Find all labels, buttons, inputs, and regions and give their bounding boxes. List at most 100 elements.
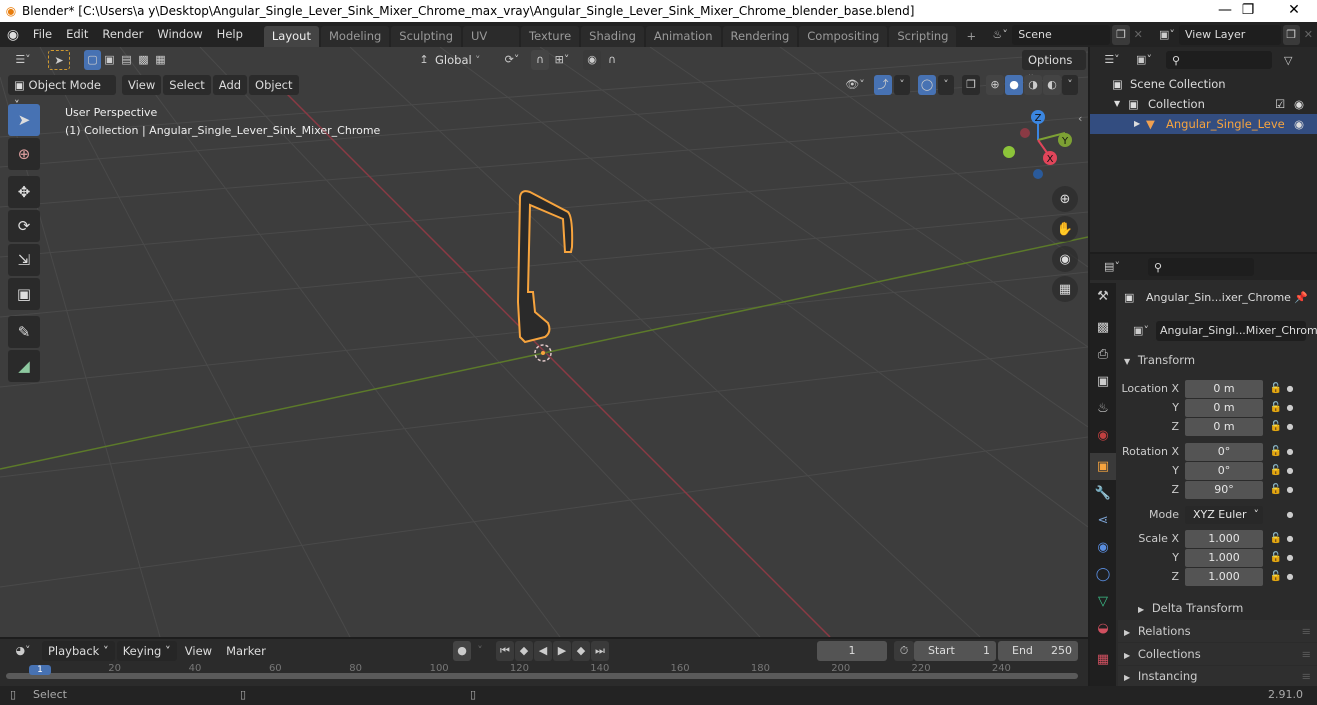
overlays-toggle-icon[interactable]: ◯ [918, 75, 936, 95]
pan-view-icon[interactable]: ✋ [1052, 216, 1078, 242]
keyframe-dot-icon[interactable]: ● [1285, 572, 1295, 581]
pin-icon[interactable]: 📌 [1294, 291, 1308, 304]
play-icon[interactable]: ▶ [553, 641, 571, 661]
tab-compositing[interactable]: Compositing [799, 26, 888, 47]
shading-wireframe-icon[interactable]: ⊕ [986, 75, 1004, 95]
lock-icon[interactable]: 🔓 [1267, 484, 1285, 495]
tab-scene-icon[interactable]: ♨ [1090, 395, 1116, 422]
maximize-button[interactable]: ❐ [1225, 0, 1271, 22]
tab-material-icon[interactable]: ◒ [1090, 615, 1116, 642]
properties-search-input[interactable]: ⚲ [1148, 258, 1254, 276]
cursor-tool[interactable]: ⊕ [8, 138, 40, 170]
outliner-row-object[interactable]: ▶ ▼ Angular_Single_Leve ◉ [1090, 114, 1317, 134]
keyframe-dot-icon[interactable]: ● [1285, 384, 1295, 393]
menu-edit[interactable]: Edit [59, 22, 95, 47]
transform-tool[interactable]: ▣ [8, 278, 40, 310]
drag-handle-icon[interactable]: ≡ [1301, 643, 1311, 665]
collections-panel-header[interactable]: ▶ Collections ≡ [1118, 643, 1317, 665]
camera-view-icon[interactable]: ◉ [1052, 246, 1078, 272]
keying-menu[interactable]: Keying ˅ [116, 641, 177, 661]
select-mode-new-icon[interactable]: ▢ [84, 50, 101, 70]
timeline-scrollbar[interactable] [6, 673, 1078, 679]
overlays-dropdown-icon[interactable]: ˅ [938, 75, 954, 95]
rotate-tool[interactable]: ⟳ [8, 210, 40, 242]
lock-icon[interactable]: 🔓 [1267, 571, 1285, 582]
outliner-row-collection[interactable]: ▼ ▣ Collection ☑ ◉ [1090, 94, 1317, 114]
menu-view[interactable]: View [122, 75, 162, 95]
tab-view-layer-icon[interactable]: ▣ [1090, 368, 1116, 395]
rotation-mode-dropdown[interactable]: XYZ Euler ˅ [1185, 505, 1263, 524]
select-tool-icon[interactable]: ➤ [48, 50, 70, 70]
outliner-search-input[interactable]: ⚲ [1166, 51, 1272, 69]
keyframe-dot-icon[interactable]: ● [1285, 534, 1295, 543]
select-mode-invert-icon[interactable]: ▩ [135, 50, 152, 70]
tab-modeling[interactable]: Modeling [320, 26, 390, 47]
measure-tool[interactable]: ◢ [8, 350, 40, 382]
keyframe-dot-icon[interactable]: ● [1285, 553, 1295, 562]
start-frame-field[interactable]: Start 1 [914, 641, 996, 661]
orientation-dropdown[interactable]: Global [435, 53, 475, 67]
collection-exclude-checkbox[interactable]: ☑ [1275, 94, 1285, 114]
move-tool[interactable]: ✥ [8, 176, 40, 208]
marker-menu[interactable]: Marker [220, 641, 272, 661]
location-y-field[interactable]: 0 m [1185, 398, 1263, 417]
tab-scripting[interactable]: Scripting [889, 26, 957, 47]
keyframe-dot-icon[interactable]: ● [1285, 447, 1295, 456]
keying-dropdown-icon[interactable]: ˅ [472, 641, 488, 661]
select-mode-intersect-icon[interactable]: ▦ [152, 50, 169, 70]
ortho-toggle-icon[interactable]: ▦ [1052, 276, 1078, 302]
select-mode-extend-icon[interactable]: ▣ [101, 50, 118, 70]
zoom-view-icon[interactable]: ⊕ [1052, 186, 1078, 212]
tab-render-icon[interactable]: ▩ [1090, 314, 1116, 341]
select-mode-subtract-icon[interactable]: ▤ [118, 50, 135, 70]
view-layer-selector-icon[interactable]: ▣˅ [1155, 25, 1179, 45]
drag-handle-icon[interactable]: ≡ [1301, 666, 1311, 686]
lock-icon[interactable]: 🔓 [1267, 533, 1285, 544]
menu-help[interactable]: Help [210, 22, 250, 47]
location-x-field[interactable]: 0 m [1185, 379, 1263, 398]
gizmo-dropdown-icon[interactable]: ˅ [894, 75, 910, 95]
expand-arrow-icon[interactable]: ▶ [1134, 114, 1146, 134]
gizmo-neg-x[interactable] [1020, 128, 1030, 138]
tab-texture-paint[interactable]: Texture Paint [521, 26, 580, 64]
rotation-x-field[interactable]: 0° [1185, 442, 1263, 461]
blender-menu-icon[interactable]: ◉ [0, 27, 26, 43]
sidebar-toggle-icon[interactable]: ‹ [1078, 112, 1082, 125]
scale-tool[interactable]: ⇲ [8, 244, 40, 276]
tab-world-icon[interactable]: ◉ [1090, 422, 1116, 449]
editor-type-icon[interactable]: ▤˅ [1098, 257, 1126, 277]
tab-tool-icon[interactable]: ⚒ [1090, 283, 1116, 310]
falloff-icon[interactable]: ∩ [601, 50, 623, 70]
tab-rendering[interactable]: Rendering [722, 26, 798, 47]
menu-object[interactable]: Object [249, 75, 299, 95]
scene-selector-icon[interactable]: ♨˅ [988, 25, 1012, 45]
pivot-point-icon[interactable]: ⟳˅ [497, 50, 527, 70]
object-browse-icon[interactable]: ▣˅ [1126, 321, 1156, 341]
prev-keyframe-icon[interactable]: ◆ [515, 641, 533, 661]
scene-name-field[interactable]: Scene [1012, 24, 1111, 45]
filter-view-layer-icon[interactable]: ▣˅ [1130, 50, 1158, 70]
tab-data-icon[interactable]: ▽ [1090, 588, 1116, 615]
menu-add[interactable]: Add [212, 75, 248, 95]
options-dropdown[interactable]: Options ˅ [1022, 50, 1086, 87]
tab-modifiers-icon[interactable]: 🔧 [1090, 480, 1116, 507]
tab-layout[interactable]: Layout [263, 26, 319, 47]
filter-icon[interactable]: ▽ [1284, 54, 1292, 67]
lock-icon[interactable]: 🔓 [1267, 552, 1285, 563]
xray-toggle-icon[interactable]: ❐ [962, 75, 980, 95]
object-visibility-icon[interactable]: ◉ [1294, 114, 1304, 134]
new-scene-icon[interactable]: ❐ [1112, 24, 1130, 45]
view-layer-name-field[interactable]: View Layer [1178, 24, 1281, 45]
next-keyframe-icon[interactable]: ◆ [572, 641, 590, 661]
keyframe-dot-icon[interactable]: ● [1285, 485, 1295, 494]
keyframe-dot-icon[interactable]: ● [1285, 403, 1295, 412]
object-name-field[interactable]: Angular_Singl...Mixer_Chrome [1156, 321, 1317, 341]
delete-view-layer-icon[interactable]: ✕ [1300, 25, 1317, 45]
annotate-tool[interactable]: ✎ [8, 316, 40, 348]
scale-x-field[interactable]: 1.000 [1185, 529, 1263, 548]
lock-icon[interactable]: 🔓 [1267, 383, 1285, 394]
preview-range-icon[interactable]: ⏱ [894, 641, 914, 661]
instancing-panel-header[interactable]: ▶ Instancing ≡ [1118, 666, 1317, 686]
keyframe-dot-icon[interactable]: ● [1285, 466, 1295, 475]
scale-y-field[interactable]: 1.000 [1185, 548, 1263, 567]
